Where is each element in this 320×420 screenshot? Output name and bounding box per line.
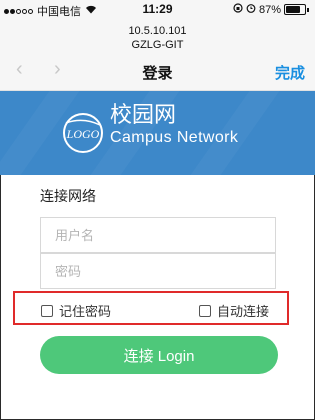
done-button[interactable]: 完成 — [275, 62, 305, 83]
remember-password-label: 记住密码 — [59, 304, 112, 319]
battery-tip — [307, 7, 309, 12]
username-field-box — [40, 217, 276, 253]
page-title: 登录 — [142, 65, 173, 82]
navigation-bar: 10.5.10.101 GZLG-GIT ‹ › 登录 完成 — [0, 20, 315, 91]
banner-title: 校园网 — [110, 102, 177, 127]
auto-connect-option[interactable]: 自动连接 — [199, 301, 269, 320]
ip-address: 10.5.10.101 — [128, 25, 187, 37]
logo-text: LOGO — [66, 127, 100, 141]
network-ssid: GZLG-GIT — [131, 39, 184, 51]
battery-icon — [284, 4, 306, 15]
remember-password-option[interactable]: 记住密码 — [41, 301, 111, 320]
remember-password-checkbox[interactable] — [41, 304, 53, 317]
campus-network-banner: LOGO 校园网 Campus Network — [0, 91, 315, 175]
rotation-lock-icon — [233, 3, 243, 16]
password-field-box — [40, 253, 276, 289]
login-options-highlight: 记住密码 自动连接 — [13, 291, 289, 325]
banner-subtitle: Campus Network — [110, 129, 239, 146]
logo-icon: LOGO — [60, 111, 106, 155]
section-title: 连接网络 — [40, 188, 96, 204]
status-bar: 中国电信 11:29 87% — [0, 0, 315, 20]
battery-fill — [286, 6, 300, 13]
password-input[interactable] — [41, 254, 275, 288]
auto-connect-checkbox[interactable] — [199, 304, 211, 317]
auto-connect-label: 自动连接 — [217, 304, 270, 319]
status-right: 87% — [233, 3, 309, 16]
login-button[interactable]: 连接 Login — [40, 336, 278, 374]
battery-percent: 87% — [258, 3, 281, 16]
alarm-icon — [246, 3, 256, 16]
username-input[interactable] — [41, 218, 275, 252]
